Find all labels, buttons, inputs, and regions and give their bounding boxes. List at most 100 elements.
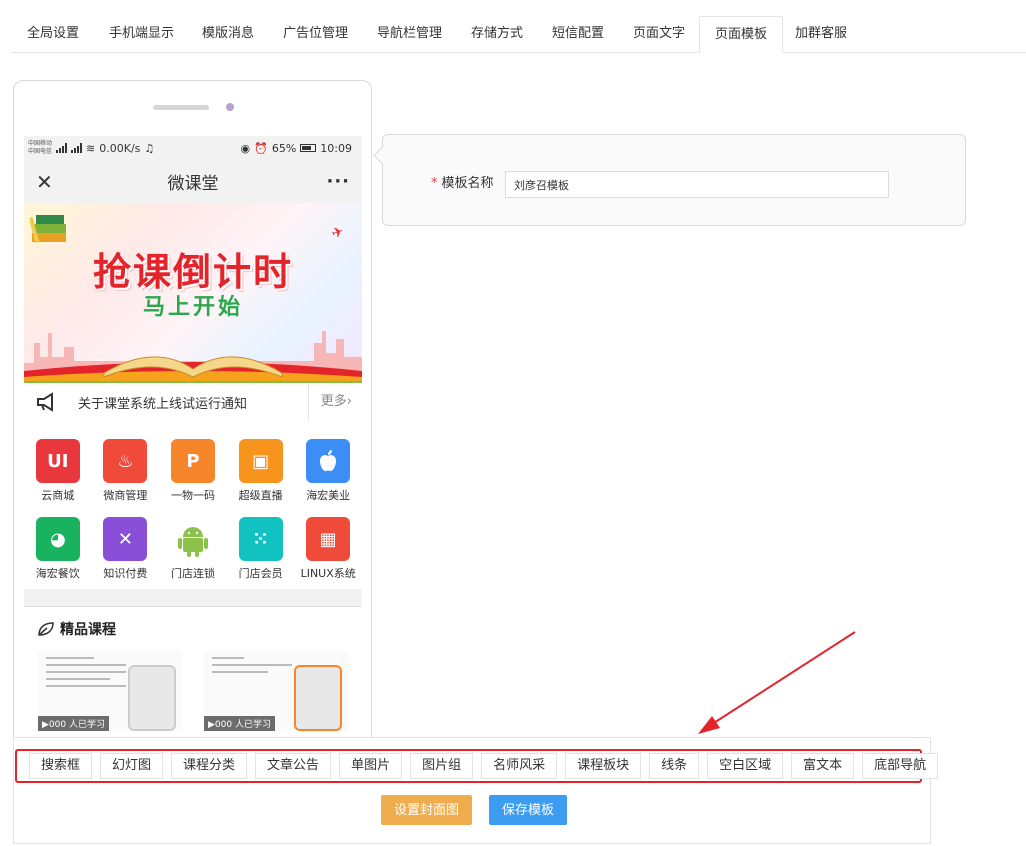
course-card[interactable]: ▶000 人已学习 [38, 651, 182, 731]
tab-mobile-display[interactable]: 手机端显示 [94, 16, 189, 53]
dots-circle-icon: ⁙ [238, 517, 283, 561]
component-line[interactable]: 线条 [649, 753, 700, 779]
save-template-button[interactable]: 保存模板 [489, 795, 568, 825]
city-book-illustration [24, 331, 362, 383]
tab-storage[interactable]: 存储方式 [456, 16, 538, 53]
course-section-title: 精品课程 [60, 622, 116, 638]
tab-page-text[interactable]: 页面文字 [618, 16, 700, 53]
battery-percent: 65% [271, 141, 297, 155]
set-cover-button[interactable]: 设置封面图 [381, 795, 473, 825]
notice-text: 关于课堂系统上线试运行通知 [78, 396, 248, 412]
course-learners-tag: ▶000 人已学习 [38, 716, 109, 731]
app-title: 微课堂 [167, 174, 219, 194]
notice-bar[interactable]: 关于课堂系统上线试运行通知 更多› [24, 383, 362, 421]
grid-item-label: 门店连锁 [170, 567, 215, 580]
grid-item-label: 门店会员 [238, 567, 283, 580]
grid-item-cloud-mall[interactable]: UI 云商城 [24, 439, 92, 503]
phone-screen[interactable]: 中国移动 中国电信 ≋ 0.00K/s ♫ ◉ ⏰ 65% 10:09 ✕ 微课… [24, 136, 362, 759]
books-icon [30, 215, 66, 244]
grid-item-label: 微商管理 [103, 489, 148, 502]
banner-title: 抢课倒计时 [92, 249, 293, 294]
clock-time: 10:09 [320, 141, 352, 155]
component-course-category[interactable]: 课程分类 [171, 753, 248, 779]
course-learners-tag: ▶000 人已学习 [204, 716, 275, 731]
eye-icon: ◉ [240, 141, 251, 155]
signal-icon [56, 143, 68, 153]
notice-more-link[interactable]: 更多› [307, 384, 362, 420]
grid-item-chain-store[interactable]: 门店连锁 [159, 517, 227, 581]
tab-sms-config[interactable]: 短信配置 [537, 16, 619, 53]
tab-template-messages[interactable]: 模版消息 [187, 16, 269, 53]
component-slideshow[interactable]: 幻灯图 [100, 753, 164, 779]
status-bar: 中国移动 中国电信 ≋ 0.00K/s ♫ ◉ ⏰ 65% 10:09 [24, 136, 362, 160]
mobile-icon: ▣ [238, 439, 283, 483]
grid-item-one-code[interactable]: P 一物一码 [159, 439, 227, 503]
component-search-box[interactable]: 搜索框 [29, 753, 93, 779]
megaphone-icon [37, 392, 53, 412]
grid-item-label: 一物一码 [170, 489, 215, 502]
component-toolbar: 搜索框 幻灯图 课程分类 文章公告 单图片 图片组 名师风采 课程板块 线条 空… [15, 749, 939, 783]
slideshow-banner[interactable]: ✈ 抢课倒计时 马上开始 [24, 203, 362, 383]
grid-item-label: 云商城 [41, 489, 75, 502]
course-category-grid: UI 云商城 ♨ 微商管理 P 一物一码 ▣ 超级直播 海宏美业 ◕ 海宏餐饮 … [24, 421, 362, 589]
grid-item-beauty[interactable]: 海宏美业 [294, 439, 362, 503]
template-name-input[interactable] [505, 171, 889, 198]
tab-page-template[interactable]: 页面模板 [699, 16, 784, 53]
course-card[interactable]: ▶000 人已学习 [204, 651, 348, 731]
ui-icon: UI [35, 439, 80, 483]
component-bottom-nav[interactable]: 底部导航 [862, 753, 939, 779]
close-icon[interactable]: ✕ [36, 170, 60, 194]
component-teacher-showcase[interactable]: 名师风采 [481, 753, 558, 779]
component-course-block[interactable]: 课程板块 [565, 753, 642, 779]
palette-icon: ◕ [35, 517, 80, 561]
grid-item-label: 知识付费 [103, 567, 148, 580]
grid-item-linux[interactable]: ▦ LINUX系统 [294, 517, 362, 581]
java-icon: ♨ [103, 439, 148, 483]
carrier-1: 中国移动 [28, 140, 53, 147]
tab-global-settings[interactable]: 全局设置 [12, 16, 94, 53]
grid-item-catering[interactable]: ◕ 海宏餐饮 [24, 517, 92, 581]
bell-icon: ♫ [144, 141, 155, 155]
android-icon [170, 517, 215, 561]
leaf-icon [38, 622, 54, 636]
phone-mockup-image [128, 665, 176, 731]
phone-camera [226, 103, 234, 111]
app-titlebar: ✕ 微课堂 ··· [24, 160, 362, 203]
alarm-icon: ⏰ [254, 141, 268, 155]
component-single-image[interactable]: 单图片 [339, 753, 403, 779]
required-mark: * [431, 176, 438, 191]
template-name-label: * 模板名称 [431, 176, 494, 191]
template-name-panel: * 模板名称 [382, 134, 966, 226]
red-arrow-annotation [698, 631, 856, 734]
tab-ad-management[interactable]: 广告位管理 [268, 16, 363, 53]
signal-icon-2 [71, 143, 83, 153]
tab-navbar-management[interactable]: 导航栏管理 [362, 16, 457, 53]
network-speed: 0.00K/s [99, 141, 141, 155]
component-blank-area[interactable]: 空白区域 [707, 753, 784, 779]
grid-item-label: LINUX系统 [300, 567, 356, 580]
grid-item-wechat-business[interactable]: ♨ 微商管理 [92, 439, 160, 503]
more-icon[interactable]: ··· [326, 171, 350, 192]
grid-item-label: 超级直播 [238, 489, 283, 502]
grid-item-knowledge-pay[interactable]: ✕ 知识付费 [92, 517, 160, 581]
tools-icon: ✕ [103, 517, 148, 561]
grid-item-live[interactable]: ▣ 超级直播 [227, 439, 295, 503]
component-image-group[interactable]: 图片组 [410, 753, 474, 779]
plane-icon: ✈ [329, 223, 347, 243]
tab-group-service[interactable]: 加群客服 [780, 16, 862, 53]
divider-line [24, 589, 362, 607]
phone-mockup-image [294, 665, 342, 731]
phone-speaker [153, 105, 209, 110]
settings-tabs: 全局设置 手机端显示 模版消息 广告位管理 导航栏管理 存储方式 短信配置 页面… [12, 16, 1026, 53]
apple-icon [306, 439, 351, 483]
apps-grid-icon: ▦ [306, 517, 351, 561]
wifi-icon: ≋ [86, 141, 96, 155]
component-rich-text[interactable]: 富文本 [791, 753, 855, 779]
grid-item-label: 海宏餐饮 [35, 567, 80, 580]
component-article-notice[interactable]: 文章公告 [255, 753, 332, 779]
battery-icon [300, 144, 317, 152]
grid-item-member[interactable]: ⁙ 门店会员 [227, 517, 295, 581]
grid-item-label: 海宏美业 [306, 489, 351, 502]
powerpoint-icon: P [170, 439, 215, 483]
carrier-2: 中国电信 [28, 148, 53, 155]
